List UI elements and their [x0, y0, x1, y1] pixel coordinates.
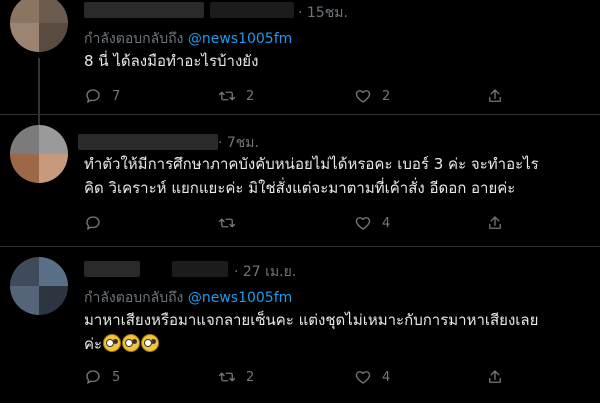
like-count: 4: [382, 215, 391, 231]
username-redacted[interactable]: [210, 2, 294, 18]
like-count: 2: [382, 88, 391, 104]
reply-count: 5: [112, 369, 121, 385]
reply-button[interactable]: [84, 213, 102, 233]
reply-handle-link[interactable]: @news1005fm: [188, 290, 292, 306]
timestamp[interactable]: · 7ชม.: [218, 132, 259, 154]
share-icon: [489, 370, 501, 383]
monocle-face-emoji: [141, 334, 160, 352]
timestamp[interactable]: · 27 เม.ย.: [234, 261, 296, 283]
reply-icon: [86, 216, 100, 230]
share-button[interactable]: [486, 86, 504, 106]
like-count: 4: [382, 369, 391, 385]
tweet-2[interactable]: · 7ชม. ทำตัวให้มีการศึกษาภาคบังคับหน่อยไ…: [0, 115, 600, 245]
display-name-redacted[interactable]: [84, 2, 204, 18]
reply-count: 7: [112, 88, 121, 104]
share-button[interactable]: [486, 213, 504, 233]
heart-icon: [355, 371, 371, 384]
tweet-text: 8 นี่ ได้ลงมือทำอะไรบ้างยัง: [84, 52, 259, 70]
share-button[interactable]: [486, 367, 504, 387]
timestamp[interactable]: · 15ชม.: [298, 2, 348, 24]
avatar[interactable]: [10, 0, 68, 52]
reply-context: กำลังตอบกลับถึง @news1005fm: [84, 287, 292, 309]
tweet-actions: 5 2 4: [84, 367, 524, 387]
like-button[interactable]: 4: [354, 367, 390, 387]
heart-icon: [355, 217, 371, 230]
tweet-text-line-2: คิด วิเคราะห์ แยกแยะค่ะ มิใช่สั่งแต่จะมา…: [84, 179, 516, 197]
display-name-redacted[interactable]: [84, 261, 140, 277]
like-button[interactable]: 2: [354, 86, 390, 106]
tweet-text-line-1: มาหาเสียงหรือมาแจกลายเซ็นคะ แต่งชุดไม่เห…: [84, 311, 539, 329]
tweet-text-line-1: ทำตัวให้มีการศึกษาภาคบังคับหน่อยไม่ได้หร…: [84, 155, 539, 173]
reply-button[interactable]: 7: [84, 86, 120, 106]
reply-handle-link[interactable]: @news1005fm: [188, 31, 292, 47]
display-name-redacted[interactable]: [78, 134, 218, 150]
reply-prefix: กำลังตอบกลับถึง: [84, 31, 184, 47]
reply-prefix: กำลังตอบกลับถึง: [84, 290, 184, 306]
tweet-1[interactable]: · 15ชม. กำลังตอบกลับถึง @news1005fm 8 นี…: [0, 0, 600, 138]
retweet-icon: [218, 91, 236, 101]
tweet-3[interactable]: · 27 เม.ย. กำลังตอบกลับถึง @news1005fm ม…: [0, 247, 600, 403]
retweet-button[interactable]: [218, 213, 236, 233]
retweet-icon: [218, 218, 236, 228]
tweet-actions: 4: [84, 213, 524, 233]
retweet-icon: [218, 372, 236, 382]
tweet-actions: 7 2 2: [84, 86, 524, 106]
share-icon: [489, 89, 501, 102]
tweet-text-line-2: ค่ะ: [84, 335, 103, 353]
monocle-face-emoji: [122, 334, 141, 352]
retweet-button[interactable]: 2: [218, 86, 254, 106]
retweet-count: 2: [246, 88, 255, 104]
reply-context: กำลังตอบกลับถึง @news1005fm: [84, 28, 292, 50]
reply-icon: [86, 89, 100, 103]
like-button[interactable]: 4: [354, 213, 390, 233]
tweet-text-line-2-wrap: ค่ะ: [84, 333, 584, 355]
monocle-face-emoji: [103, 334, 122, 352]
avatar[interactable]: [10, 125, 68, 183]
avatar[interactable]: [10, 257, 68, 315]
retweet-button[interactable]: 2: [218, 367, 254, 387]
reply-icon: [86, 370, 100, 384]
share-icon: [489, 216, 501, 229]
reply-button[interactable]: 5: [84, 367, 120, 387]
heart-icon: [355, 90, 371, 103]
retweet-count: 2: [246, 369, 255, 385]
username-redacted[interactable]: [172, 261, 228, 277]
